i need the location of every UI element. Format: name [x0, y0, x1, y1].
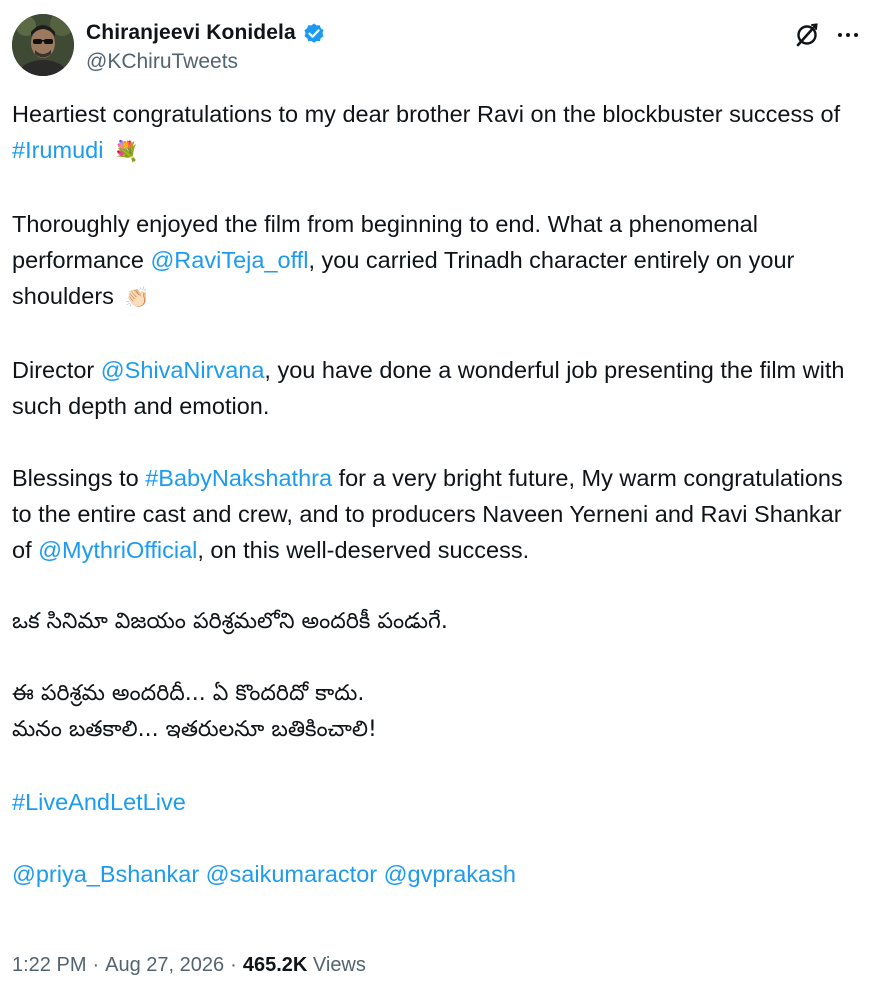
text-segment: Blessings to	[12, 465, 146, 491]
mention-saikumaractor[interactable]: @saikumaractor	[206, 861, 377, 887]
telugu-line-1: ఒక సినిమా విజయం పరిశ్రమలోని అందరికీ పండు…	[12, 609, 448, 634]
author-names: Chiranjeevi Konidela @KChiruTweets	[86, 18, 326, 74]
text-segment: Heartiest congratulations to my dear bro…	[12, 101, 841, 127]
views-link[interactable]: 465.2K Views	[243, 954, 366, 976]
text-segment: , on this well-deserved success.	[197, 537, 530, 563]
tweet-meta: 1:22 PM · Aug 27, 2026 · 465.2K Views	[12, 950, 366, 980]
verified-badge-icon[interactable]	[302, 21, 326, 45]
meta-separator: ·	[92, 954, 100, 976]
mention-shivanirvana[interactable]: @ShivaNirvana	[101, 357, 265, 383]
author-handle[interactable]: @KChiruTweets	[86, 50, 326, 74]
hashtag-babynakshathra[interactable]: #BabyNakshathra	[145, 465, 332, 491]
telugu-line-2: ఈ పరిశ్రమ అందరిదీ... ఏ కొందరిదో కాదు.	[12, 681, 365, 706]
mention-gvprakash[interactable]: @gvprakash	[384, 861, 516, 887]
paragraph-2: Thoroughly enjoyed the film from beginni…	[12, 206, 862, 316]
hashtag-liveandletlive[interactable]: #LiveAndLetLive	[12, 789, 186, 815]
views-label: Views	[312, 954, 366, 976]
tweet-header: Chiranjeevi Konidela @KChiruTweets	[12, 14, 868, 78]
mention-raviteja[interactable]: @RaviTeja_offl	[150, 247, 308, 273]
paragraph-4: Blessings to #BabyNakshathra for a very …	[12, 460, 862, 568]
tweet: Chiranjeevi Konidela @KChiruTweets Heart…	[0, 0, 880, 1000]
author-display-name[interactable]: Chiranjeevi Konidela	[86, 21, 296, 45]
name-row: Chiranjeevi Konidela	[86, 18, 326, 48]
tweet-text: Heartiest congratulations to my dear bro…	[12, 96, 862, 892]
clapping-hands-emoji-icon: 👏🏻	[124, 287, 150, 309]
tweet-date: Aug 27, 2026	[105, 954, 225, 976]
meta-separator-2: ·	[230, 954, 237, 976]
more-options-icon[interactable]	[828, 18, 868, 52]
mention-mythriofficial[interactable]: @MythriOfficial	[38, 537, 197, 563]
paragraph-hashtag: #LiveAndLetLive	[12, 784, 862, 820]
text-segment: Director	[12, 357, 101, 383]
paragraph-3: Director @ShivaNirvana, you have done a …	[12, 352, 862, 424]
timestamp-link[interactable]: 1:22 PM · Aug 27, 2026	[12, 954, 224, 976]
mention-priya-bshankar[interactable]: @priya_Bshankar	[12, 861, 199, 887]
grok-icon[interactable]	[790, 18, 824, 52]
hashtag-irumudi[interactable]: #Irumudi	[12, 137, 103, 163]
views-count: 465.2K	[242, 954, 308, 976]
bouquet-emoji-icon: 💐	[113, 141, 139, 163]
tweet-actions	[790, 18, 868, 52]
tweet-time: 1:22 PM	[12, 954, 87, 976]
avatar-photo-icon	[12, 14, 74, 76]
paragraph-1: Heartiest congratulations to my dear bro…	[12, 96, 862, 170]
avatar[interactable]	[12, 14, 74, 76]
paragraph-mentions: @priya_Bshankar @saikumaractor @gvprakas…	[12, 856, 862, 892]
telugu-line-3: మనం బతకాలి... ఇతరులనూ బతికించాలి!	[12, 717, 377, 742]
